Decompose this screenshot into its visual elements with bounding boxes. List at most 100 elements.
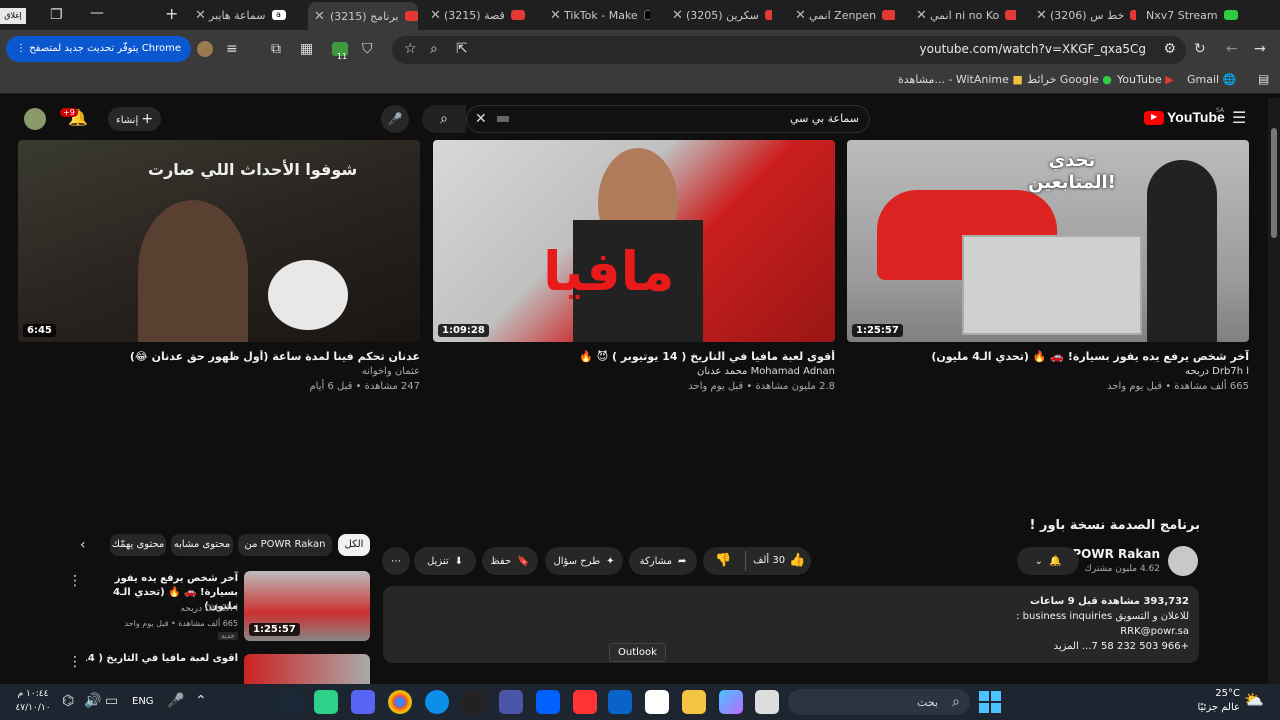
chips-next-icon[interactable]: ‹ [80, 538, 86, 552]
channel-name[interactable]: Drb7h l دربحه [847, 366, 1249, 377]
weather-widget[interactable]: 25°C عالم جزئيًا [1180, 687, 1240, 715]
discord-icon[interactable] [351, 690, 375, 714]
chip-all[interactable]: الكل [338, 534, 370, 556]
extensions-icon[interactable]: ⧉ [271, 42, 281, 56]
tab-6[interactable]: ✕ (3215) قصة [430, 4, 530, 26]
reload-icon[interactable]: ↻ [1194, 42, 1206, 56]
account-avatar[interactable] [24, 108, 46, 130]
save-button[interactable]: حفظ 🔖 [482, 547, 538, 575]
tab-1[interactable]: ✕ (3206) خط س [1036, 4, 1136, 26]
tab-0[interactable]: Nxv7 Stream [1146, 4, 1256, 26]
app-icon[interactable] [314, 690, 338, 714]
tab-5[interactable]: ✕ TikTok - Make [550, 4, 650, 26]
store-icon[interactable] [645, 690, 669, 714]
chrome-update-button[interactable]: ⋮ يتوفّر تحديث جديد لمتصفح Chrome [6, 36, 191, 62]
chip-from-channel[interactable]: من POWR Rakan [238, 534, 332, 556]
side-video-title[interactable]: أقوى لعبة مافيا في التاريخ ( 14 يوتيوبر … [86, 653, 238, 664]
bookmark-star-icon[interactable]: ☆ [404, 42, 417, 56]
create-button[interactable]: إنشاء + [108, 107, 162, 131]
more-options-icon[interactable]: ⋮ [68, 574, 82, 588]
close-tab-icon[interactable]: ✕ [430, 8, 441, 23]
network-icon[interactable]: ▭ [105, 694, 118, 708]
close-tab-icon[interactable]: ✕ [195, 8, 206, 23]
side-video-thumbnail[interactable]: 1:25:57 [244, 571, 370, 641]
microphone-icon[interactable]: 🎤 [167, 694, 184, 708]
bookmark-youtube[interactable]: YouTube ▶ [1117, 73, 1174, 86]
video-thumbnail[interactable]: مافيا 1:09:28 [433, 140, 835, 342]
more-actions-icon[interactable]: ⋯ [382, 547, 410, 575]
tab-4[interactable]: ✕ (3205) سكرين [672, 4, 772, 26]
outlook-icon[interactable] [608, 690, 632, 714]
close-tab-icon[interactable]: ✕ [550, 8, 561, 23]
dropbox-icon[interactable] [536, 690, 560, 714]
url-text[interactable]: youtube.com/watch?v=XKGF_qxa5Cg [920, 42, 1146, 56]
description-box[interactable]: 393,732 مشاهدة قبل 9 ساعات للاعلان و الت… [383, 586, 1199, 663]
clock[interactable]: ١٠:٤٤ م ٤٧/١٠/١٠ [8, 687, 58, 715]
video-title[interactable]: آخر شخص يرفع يده يفوز بسيارة! 🚗 🔥 (تحدي … [847, 350, 1249, 363]
video-thumbnail[interactable]: تحدي المتابعين! 1:25:57 [847, 140, 1249, 342]
media-control-icon[interactable]: ≡ [226, 42, 238, 56]
channel-name[interactable]: عثمان واخوانه [18, 366, 420, 377]
channel-avatar[interactable] [1168, 546, 1198, 576]
site-settings-icon[interactable]: ⚙ [1163, 42, 1176, 56]
page-scrollbar[interactable] [1268, 98, 1280, 684]
chip-related[interactable]: محتوى مشابه [171, 534, 233, 556]
all-bookmarks-icon[interactable]: ▤ [1258, 73, 1269, 85]
chevron-up-icon[interactable]: ⌃ [195, 694, 207, 708]
new-tab-icon[interactable]: + [165, 6, 178, 22]
minimize-icon[interactable]: — [90, 6, 104, 20]
video-thumbnail[interactable]: شوفوا الأحداث اللي صارت 6:45 [18, 140, 420, 342]
app-icon[interactable] [755, 690, 779, 714]
side-video-thumbnail[interactable] [244, 654, 370, 684]
file-explorer-icon[interactable] [682, 690, 706, 714]
close-tab-icon[interactable]: ✕ [314, 9, 325, 24]
copilot-icon[interactable]: ⌬ [62, 694, 74, 708]
menu-hamburger-icon[interactable]: ☰ [1232, 110, 1246, 126]
edge-icon[interactable] [425, 690, 449, 714]
close-tab-icon[interactable]: ✕ [916, 8, 927, 23]
dislike-icon[interactable]: 👎 [715, 553, 731, 568]
epic-games-icon[interactable] [462, 690, 486, 714]
video-title[interactable]: أقوى لعبة مافيا في التاريخ ( 14 يوتيوبر … [433, 350, 835, 363]
tab-8[interactable]: ✕ سماعة هايبر a [195, 4, 295, 26]
close-tab-icon[interactable]: ✕ [795, 8, 806, 23]
voice-search-icon[interactable]: 🎤 [381, 105, 409, 133]
keyboard-icon[interactable] [497, 116, 509, 122]
channel-name[interactable]: Mohamad Adnan محمد عدنان [433, 366, 835, 377]
video-title[interactable]: عدنان تحكم فينا لمدة ساعة (أول ظهور حق ع… [18, 350, 420, 363]
forward-icon[interactable]: ← [1226, 42, 1238, 56]
app-icon[interactable] [573, 690, 597, 714]
copilot-app-icon[interactable] [719, 690, 743, 714]
like-count[interactable]: 30 ألف [753, 555, 785, 566]
taskbar-search[interactable]: ⌕ بحث [788, 689, 970, 715]
bookmark-witanime[interactable]: مشاهدة... - WitAnime ■ [898, 73, 1023, 86]
zoom-icon[interactable]: ⌕ [430, 42, 438, 56]
download-button[interactable]: تنزيل ⬇ [414, 547, 476, 575]
like-icon[interactable]: 👍 [789, 553, 805, 568]
tab-7-active[interactable]: ✕ (3215) برنامج [308, 2, 418, 30]
subscribed-bell-button[interactable]: ⌄ 🔔 [1017, 547, 1079, 575]
restore-icon[interactable]: ❐ [50, 8, 63, 22]
shield-icon[interactable]: ⛉ [362, 42, 373, 56]
profile-avatar[interactable] [197, 41, 213, 57]
app-icon[interactable] [499, 690, 523, 714]
side-video-channel[interactable]: Drb7h l دربحه [86, 604, 239, 614]
scrollbar-thumb[interactable] [1271, 128, 1277, 238]
search-input[interactable]: سماعة بي سي [790, 112, 859, 125]
bookmark-gmail[interactable]: Gmail 🌐 [1187, 73, 1236, 86]
chip-for-you[interactable]: محتوى يهمّك [110, 534, 166, 556]
ask-button[interactable]: طرح سؤال ✦ [545, 547, 623, 575]
install-app-icon[interactable]: ⇱ [456, 42, 468, 56]
search-button-icon[interactable]: ⌕ [422, 105, 466, 133]
steam-icon[interactable] [277, 690, 301, 714]
search-box[interactable]: ✕ سماعة بي سي [466, 105, 870, 133]
language-indicator[interactable]: ENG [132, 696, 154, 707]
speaker-icon[interactable]: 🔊 [84, 694, 101, 708]
extension-tool-icon[interactable]: ▦ [300, 42, 313, 56]
address-bar[interactable]: ☆ ⌕ ⇱ youtube.com/watch?v=XKGF_qxa5Cg ⚙ [392, 36, 1186, 64]
bookmark-maps[interactable]: خرائط Google ● [1027, 73, 1112, 86]
close-tab-icon[interactable]: ✕ [672, 8, 683, 23]
chrome-icon[interactable] [388, 690, 412, 714]
clear-search-icon[interactable]: ✕ [475, 112, 487, 126]
back-icon[interactable]: → [1254, 42, 1266, 56]
